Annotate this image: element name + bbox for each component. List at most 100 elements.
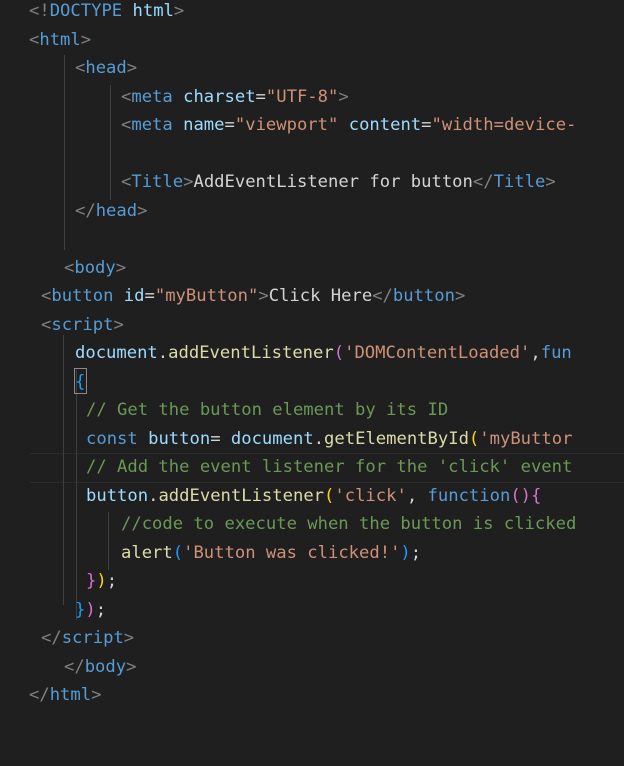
code-token: button [86,485,149,506]
code-token: . [157,343,169,363]
code-token: const [86,428,149,449]
code-token: , [530,343,541,363]
code-token: </ [472,172,494,192]
code-token: = [255,86,266,107]
code-token: > [338,86,349,107]
code-token: { [75,371,86,392]
indent-guide [64,55,65,250]
code-line[interactable]: const button= document.getElementById('m… [86,425,572,454]
code-token: ; [410,542,422,563]
code-token: document [230,428,314,449]
code-token: name [183,115,225,135]
code-token: ( [324,485,335,506]
code-token: > [258,286,269,306]
code-token: </ [29,685,50,705]
code-editor[interactable]: <!DOCTYPE html> <html> <head> <meta charset… [0,0,624,766]
code-line[interactable]: <meta name="viewport" content="width=dev… [121,111,576,140]
code-token: ( [172,542,184,563]
code-token: // Get the button element by its ID [86,400,449,420]
code-line[interactable]: <meta charset="UTF-8"> [121,83,349,112]
code-line[interactable]: <html> [29,26,91,55]
code-token: < [29,29,40,50]
code-token: > [115,257,127,278]
code-line[interactable]: <head> [75,54,137,83]
code-token: html [132,1,174,21]
code-token: body [74,257,116,278]
code-token: </ [64,656,85,677]
code-line[interactable]: <!DOCTYPE html> [29,0,184,26]
code-token: body [84,656,127,677]
code-token: = [421,115,432,135]
code-line[interactable]: </body> [64,653,136,682]
code-token: <! [29,1,50,21]
code-token: addEventListener [168,343,334,363]
code-token: getElementById [324,428,469,449]
code-line[interactable]: { [75,368,85,397]
code-token: } [86,571,97,591]
code-token: meta [131,115,184,135]
code-token: . [148,485,159,506]
code-line[interactable]: }); [75,596,106,625]
code-token: </ [372,286,393,306]
code-token: { [531,485,542,506]
code-token: addEventListener [158,485,325,506]
code-token: alert [121,542,173,563]
code-token: < [121,115,132,135]
code-line[interactable]: </html> [29,681,101,710]
code-token: ) [85,599,96,620]
code-token: html [39,29,81,50]
code-token: script [51,314,114,335]
code-line[interactable]: alert('Button was clicked!'); [121,539,421,568]
code-token: ( [468,428,480,449]
indent-guide [110,85,111,200]
code-line[interactable]: document.addEventListener('DOMContentLoa… [75,339,572,368]
code-token: > [123,628,135,648]
code-token: head [85,58,127,78]
code-token: < [41,314,52,335]
code-token: document [75,343,158,363]
indent-guide [63,335,64,605]
code-token: "viewport" [234,115,339,135]
code-token: charset [183,86,256,107]
code-token: > [137,200,148,221]
code-token: > [126,656,137,677]
code-line[interactable]: // Get the button element by its ID [86,396,448,425]
code-token: < [121,172,132,192]
code-line[interactable]: <Title>AddEventListener for button</Titl… [121,168,556,197]
code-token: script [61,628,124,648]
code-token: > [173,1,185,21]
code-token: Title [131,172,184,192]
code-token: html [49,685,92,705]
code-token: DOCTYPE [49,1,133,21]
code-line[interactable]: </script> [41,624,134,653]
code-token: } [75,599,86,620]
code-token: //code to execute when the button is cli… [121,514,577,534]
code-token: meta [131,86,184,107]
code-token: AddEventListener for button [193,172,473,192]
code-line[interactable]: // Add the event listener for the 'click… [86,453,572,482]
code-token: Click Here [268,286,373,306]
code-token: "myButton" [154,286,259,306]
code-token: ; [95,599,107,620]
code-line[interactable]: </head> [75,197,147,226]
code-line[interactable]: //code to execute when the button is cli… [121,510,576,539]
code-line[interactable]: <body> [64,254,126,283]
code-token: "UTF-8" [265,86,339,107]
code-token: = [144,286,155,306]
code-token: button [392,286,455,306]
code-token: , [406,485,428,506]
code-token: ( [333,343,345,363]
code-token: "width=device- [431,115,577,135]
code-token: 'DOMContentLoaded' [344,343,531,363]
code-token: . [313,428,325,449]
code-line[interactable]: }); [86,567,117,596]
code-line[interactable]: <script> [41,311,124,340]
code-token: = [224,115,235,135]
code-token: button [51,286,124,306]
code-token: () [510,485,532,506]
code-line[interactable]: <button id="myButton">Click Here</button… [41,282,465,311]
code-line[interactable]: button.addEventListener('click', functio… [86,482,541,511]
code-token: 'click' [334,485,407,506]
indent-guide [108,512,109,570]
code-token: function [427,485,511,506]
